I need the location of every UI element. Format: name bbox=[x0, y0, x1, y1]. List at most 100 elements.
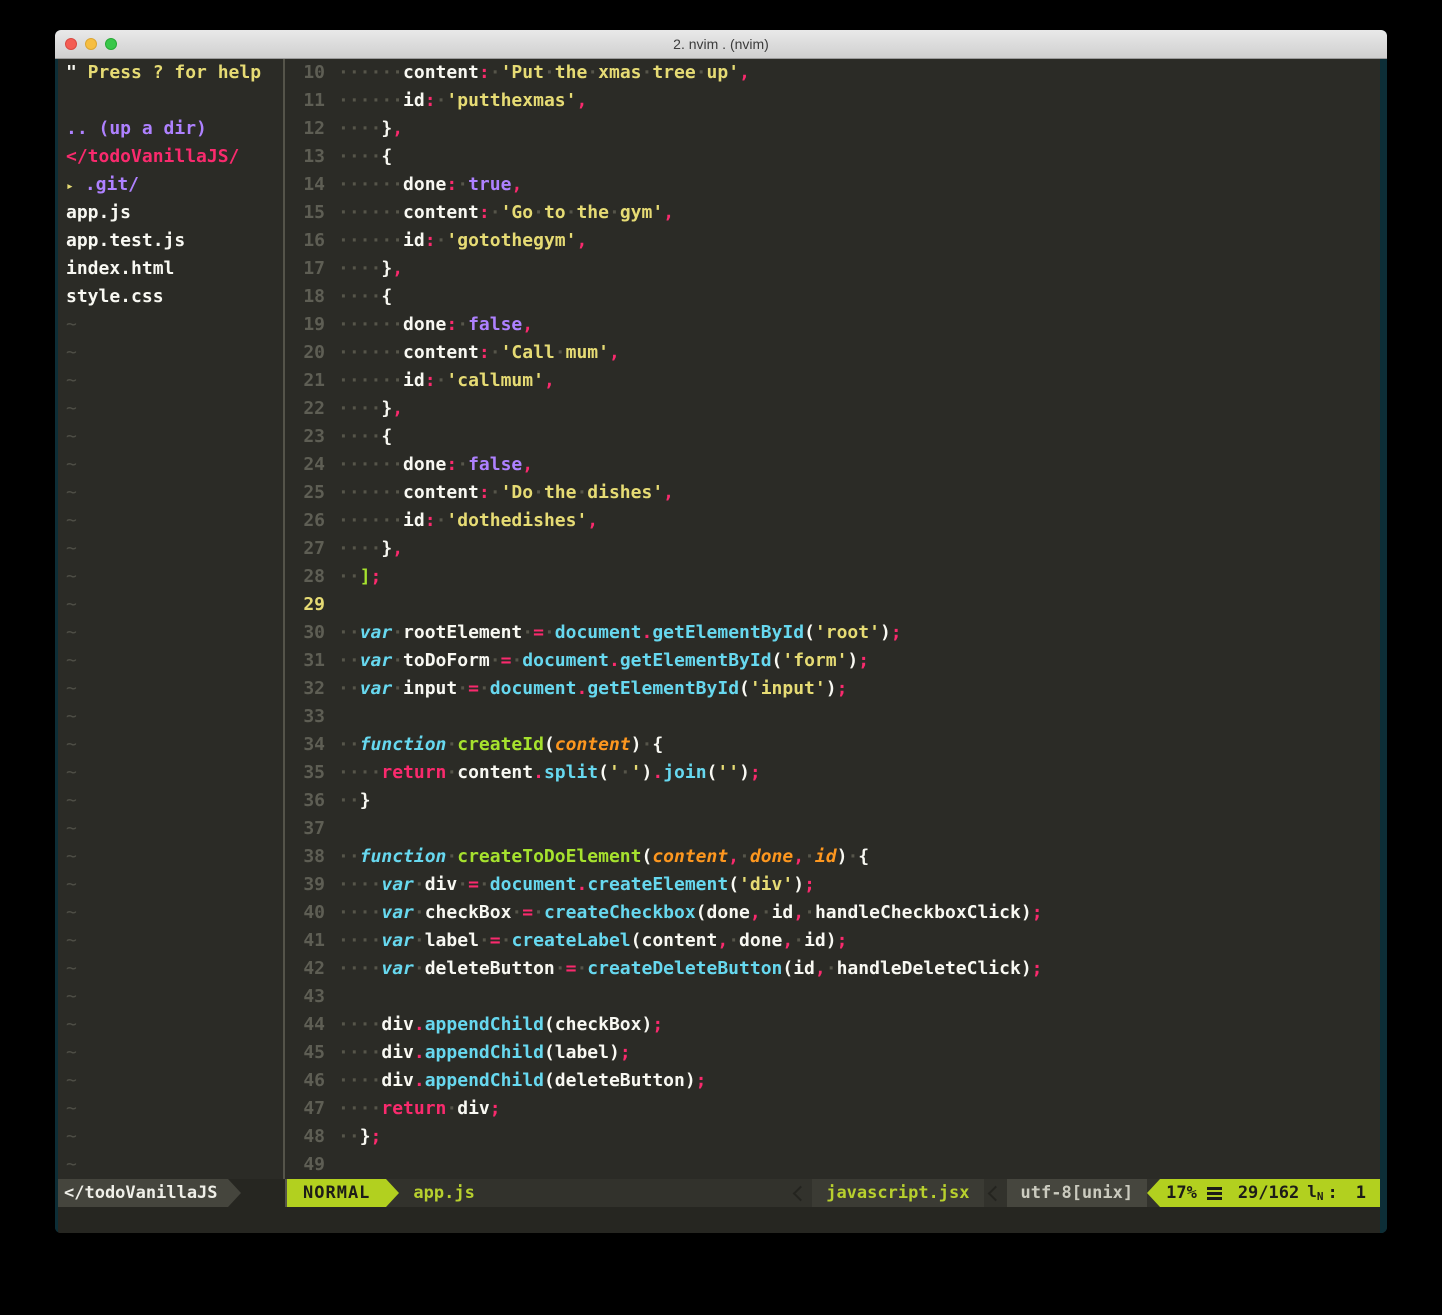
code-line[interactable]: 45····div.appendChild(label); bbox=[285, 1039, 1380, 1067]
code-text: ··function·createToDoElement(content,·do… bbox=[338, 843, 1380, 871]
code-line[interactable]: 10 ······content:·'Put·the·xmas·tree·up', bbox=[285, 59, 1380, 87]
mode-indicator: NORMAL bbox=[287, 1179, 386, 1207]
code-text: ······content:·'Put·the·xmas·tree·up', bbox=[338, 59, 1380, 87]
code-text: ··} bbox=[338, 787, 1380, 815]
code-text: ····}, bbox=[338, 115, 1380, 143]
code-line[interactable]: 11······id:·'putthexmas', bbox=[285, 87, 1380, 115]
code-line[interactable]: 31 ··var·toDoForm·=·document.getElementBy… bbox=[285, 647, 1380, 675]
line-number: 18 bbox=[285, 283, 325, 311]
code-line[interactable]: 35····return·content.split('·').join('')… bbox=[285, 759, 1380, 787]
line-number: 21 bbox=[285, 367, 325, 395]
code-line[interactable]: 41····var·label·=·createLabel(content,·d… bbox=[285, 927, 1380, 955]
code-text: ······id:·'dothedishes', bbox=[338, 507, 1380, 535]
explorer-item-file[interactable]: style.css bbox=[58, 283, 283, 311]
code-text: ····return·div; bbox=[338, 1095, 1380, 1123]
empty-line-tilde: ~ bbox=[58, 955, 283, 983]
line-number: 29 bbox=[285, 591, 325, 619]
code-line[interactable]: 39····var·div·=·document.createElement('… bbox=[285, 871, 1380, 899]
line-number: 27 bbox=[285, 535, 325, 563]
powerline-arrow-icon bbox=[386, 1179, 399, 1207]
line-number: 20 bbox=[285, 339, 325, 367]
code-text: ··var·input·=·document.getElementById('i… bbox=[338, 675, 1380, 703]
line-number: 16 bbox=[285, 227, 325, 255]
empty-line-tilde: ~ bbox=[58, 1011, 283, 1039]
line-number: 19 bbox=[285, 311, 325, 339]
empty-line-tilde: ~ bbox=[58, 1095, 283, 1123]
explorer-item-file[interactable]: app.test.js bbox=[58, 227, 283, 255]
code-line[interactable]: 16······id:·'gotothegym', bbox=[285, 227, 1380, 255]
code-text: ··var·toDoForm·=·document.getElementById… bbox=[338, 647, 1380, 675]
explorer-status-label: </todoVanillaJS bbox=[58, 1179, 228, 1207]
empty-line-tilde: ~ bbox=[58, 451, 283, 479]
editor-buffer: 10 ······content:·'Put·the·xmas·tree·up',… bbox=[285, 59, 1380, 1179]
code-line[interactable]: 40····var·checkBox·=·createCheckbox(done… bbox=[285, 899, 1380, 927]
code-text: ····}, bbox=[338, 395, 1380, 423]
code-line[interactable]: 33 bbox=[285, 703, 1380, 731]
code-line[interactable]: 27····}, bbox=[285, 535, 1380, 563]
line-number: 28 bbox=[285, 563, 325, 591]
code-line[interactable]: 44····div.appendChild(checkBox); bbox=[285, 1011, 1380, 1039]
line-number: 49 bbox=[285, 1151, 325, 1179]
code-line[interactable]: 19 ······done:·false, bbox=[285, 311, 1380, 339]
explorer-item-up-dir[interactable]: .. (up a dir) bbox=[58, 115, 283, 143]
code-text: ······done:·false, bbox=[338, 311, 1380, 339]
code-text: ····{ bbox=[338, 143, 1380, 171]
code-text bbox=[338, 703, 1380, 731]
code-line[interactable]: 30··var·rootElement·=·document.getElemen… bbox=[285, 619, 1380, 647]
line-number: 17 bbox=[285, 255, 325, 283]
code-line[interactable]: 25······content:·'Do·the·dishes', bbox=[285, 479, 1380, 507]
code-line[interactable]: 13····{ bbox=[285, 143, 1380, 171]
code-line[interactable]: 26······id:·'dothedishes', bbox=[285, 507, 1380, 535]
explorer-item-file[interactable]: app.js bbox=[58, 199, 283, 227]
empty-line-tilde: ~ bbox=[58, 395, 283, 423]
code-line[interactable]: 48··}; bbox=[285, 1123, 1380, 1151]
line-number: 31 bbox=[285, 647, 325, 675]
line-number: 32 bbox=[285, 675, 325, 703]
powerline-arrow-icon bbox=[1147, 1179, 1160, 1207]
code-line[interactable]: 46····div.appendChild(deleteButton); bbox=[285, 1067, 1380, 1095]
code-line[interactable]: 17····}, bbox=[285, 255, 1380, 283]
line-number: 10 bbox=[285, 59, 325, 87]
code-line[interactable]: 32 ··var·input·=·document.getElementById(… bbox=[285, 675, 1380, 703]
code-line[interactable]: 49 bbox=[285, 1151, 1380, 1179]
code-line[interactable]: 12····}, bbox=[285, 115, 1380, 143]
code-line[interactable]: 43 bbox=[285, 983, 1380, 1011]
line-number: 24 bbox=[285, 451, 325, 479]
line-number: 34 bbox=[285, 731, 325, 759]
line-number: 25 bbox=[285, 479, 325, 507]
explorer-root-path: </todoVanillaJS/ bbox=[58, 143, 283, 171]
code-text: ······id:·'putthexmas', bbox=[338, 87, 1380, 115]
code-text bbox=[338, 591, 1380, 619]
code-line[interactable]: 28··]; bbox=[285, 563, 1380, 591]
empty-line-tilde: ~ bbox=[58, 871, 283, 899]
code-line[interactable]: 24······done:·false, bbox=[285, 451, 1380, 479]
code-text: ······id:·'callmum', bbox=[338, 367, 1380, 395]
line-number: 39 bbox=[285, 871, 325, 899]
code-line[interactable]: 34··function·createId(content)·{ bbox=[285, 731, 1380, 759]
collapsed-arrow-icon: ▸ bbox=[66, 179, 74, 194]
code-line[interactable]: 15······content:·'Go·to·the·gym', bbox=[285, 199, 1380, 227]
chevron-left-icon bbox=[987, 1185, 1003, 1201]
code-line[interactable]: 14······done:·true, bbox=[285, 171, 1380, 199]
maxlinenr-icon: lN bbox=[1307, 1184, 1323, 1202]
code-line[interactable]: 42····var·deleteButton·=·createDeleteBut… bbox=[285, 955, 1380, 983]
code-text: ····return·content.split('·').join(''); bbox=[338, 759, 1380, 787]
code-line[interactable]: 38··function·createToDoElement(content,·… bbox=[285, 843, 1380, 871]
explorer-item-file[interactable]: index.html bbox=[58, 255, 283, 283]
line-number: 42 bbox=[285, 955, 325, 983]
empty-line-tilde: ~ bbox=[58, 339, 283, 367]
empty-line-tilde: ~ bbox=[58, 843, 283, 871]
code-line[interactable]: 23····{ bbox=[285, 423, 1380, 451]
code-line[interactable]: 29 bbox=[285, 591, 1380, 619]
code-line[interactable]: 18····{ bbox=[285, 283, 1380, 311]
line-number: 37 bbox=[285, 815, 325, 843]
code-line[interactable]: 37 bbox=[285, 815, 1380, 843]
code-line[interactable]: 22····}, bbox=[285, 395, 1380, 423]
code-line[interactable]: 20······content:·'Call·mum', bbox=[285, 339, 1380, 367]
code-text: ····div.appendChild(deleteButton); bbox=[338, 1067, 1380, 1095]
code-line[interactable]: 47····return·div; bbox=[285, 1095, 1380, 1123]
code-line[interactable]: 36··} bbox=[285, 787, 1380, 815]
explorer-item-git-dir[interactable]: ▸.git/ bbox=[58, 171, 283, 199]
code-line[interactable]: 21 ······id:·'callmum', bbox=[285, 367, 1380, 395]
empty-line-tilde: ~ bbox=[58, 1123, 283, 1151]
